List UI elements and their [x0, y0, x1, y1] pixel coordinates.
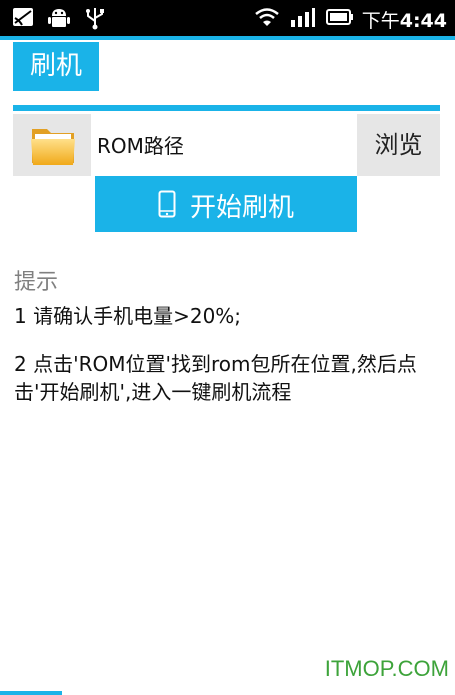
usb-icon — [86, 8, 104, 30]
time-period: 下午 — [361, 10, 400, 32]
rom-path-label: ROM路径 — [97, 134, 184, 158]
notification-icon — [13, 8, 33, 26]
tab-flash[interactable]: 刷机 — [13, 42, 99, 91]
top-accent-line — [0, 36, 455, 40]
bottom-accent-line — [0, 691, 62, 695]
browse-button[interactable]: 浏览 — [357, 114, 440, 176]
start-flash-button[interactable]: 开始刷机 — [95, 176, 357, 232]
wifi-icon — [255, 8, 279, 26]
hint-line-1: 1 请确认手机电量>20%; — [14, 304, 242, 328]
folder-icon — [31, 129, 75, 165]
hint-title: 提示 — [14, 270, 59, 295]
status-bar: 下午4:44 — [0, 0, 455, 36]
folder-button[interactable] — [13, 114, 91, 176]
time-value: 4:44 — [399, 10, 447, 32]
battery-icon — [326, 9, 353, 25]
accent-divider — [13, 105, 440, 111]
clock: 下午4:44 — [362, 6, 447, 33]
start-flash-label: 开始刷机 — [190, 193, 295, 223]
android-debug-icon — [48, 9, 70, 27]
watermark: ITMOP.COM — [324, 656, 449, 681]
signal-icon — [291, 8, 315, 27]
hint-line-2: 2 点击'ROM位置'找到rom包所在位置,然后点击'开始刷机',进入一键刷机流… — [14, 352, 417, 404]
phone-icon — [158, 190, 176, 218]
